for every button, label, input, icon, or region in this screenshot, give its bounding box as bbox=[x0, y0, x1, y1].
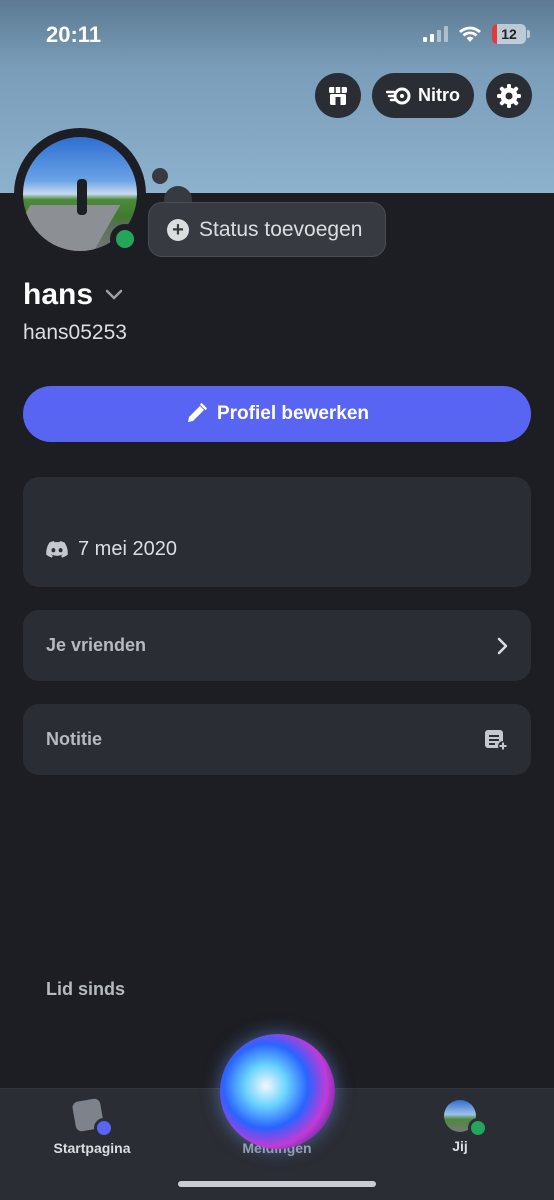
tab-me-label: Jij bbox=[452, 1138, 468, 1154]
settings-button[interactable] bbox=[486, 73, 532, 118]
friends-label: Je vrienden bbox=[46, 635, 147, 655]
add-status-button[interactable]: + Status toevoegen bbox=[148, 202, 386, 257]
shop-button[interactable] bbox=[315, 73, 361, 118]
nitro-icon bbox=[386, 87, 411, 104]
home-indicator[interactable] bbox=[178, 1181, 376, 1187]
status-time: 20:11 bbox=[46, 22, 102, 47]
nitro-button[interactable]: Nitro bbox=[372, 73, 474, 118]
status-bar: 20:11 12 bbox=[0, 0, 554, 70]
online-status-indicator bbox=[110, 224, 140, 254]
member-since-date: 7 mei 2020 bbox=[78, 538, 177, 560]
member-since-card: Lid sinds bbox=[23, 477, 531, 999]
display-name: hans bbox=[23, 278, 94, 311]
note-card[interactable]: Notitie bbox=[23, 704, 531, 775]
wifi-icon bbox=[459, 26, 481, 42]
home-icon bbox=[70, 1097, 114, 1138]
tab-home-label: Startpagina bbox=[53, 1140, 131, 1156]
siri-orb bbox=[220, 1034, 335, 1149]
status-icons: 12 bbox=[423, 24, 530, 44]
edit-profile-button[interactable]: Profiel bewerken bbox=[23, 386, 531, 442]
edit-profile-label: Profiel bewerken bbox=[216, 403, 370, 424]
cellular-signal-icon bbox=[423, 26, 448, 42]
note-label: Notitie bbox=[46, 729, 102, 749]
nitro-label: Nitro bbox=[418, 85, 460, 105]
display-name-row[interactable]: hans bbox=[23, 278, 123, 312]
chevron-right-icon bbox=[497, 637, 508, 654]
shop-icon bbox=[329, 86, 347, 105]
add-note-icon bbox=[485, 729, 508, 751]
gear-icon bbox=[497, 83, 521, 108]
chevron-down-icon bbox=[105, 289, 123, 300]
tab-me[interactable]: Jij bbox=[440, 1100, 488, 1154]
online-status-indicator bbox=[468, 1118, 488, 1138]
thought-bubble-small bbox=[152, 168, 168, 184]
plus-circle-icon: + bbox=[167, 218, 189, 241]
battery-indicator: 12 bbox=[492, 24, 530, 44]
member-since-label: Lid sinds bbox=[46, 979, 126, 999]
tab-avatar bbox=[444, 1100, 488, 1138]
friends-card[interactable]: Je vrienden bbox=[23, 610, 531, 681]
discord-logo-icon bbox=[46, 541, 68, 558]
pencil-icon bbox=[187, 403, 207, 422]
member-since-date-row: 7 mei 2020 bbox=[46, 538, 177, 561]
add-status-label: Status toevoegen bbox=[199, 217, 363, 241]
unread-indicator bbox=[94, 1118, 114, 1138]
tab-home[interactable]: Startpagina bbox=[53, 1097, 131, 1156]
username: hans05253 bbox=[23, 321, 127, 344]
